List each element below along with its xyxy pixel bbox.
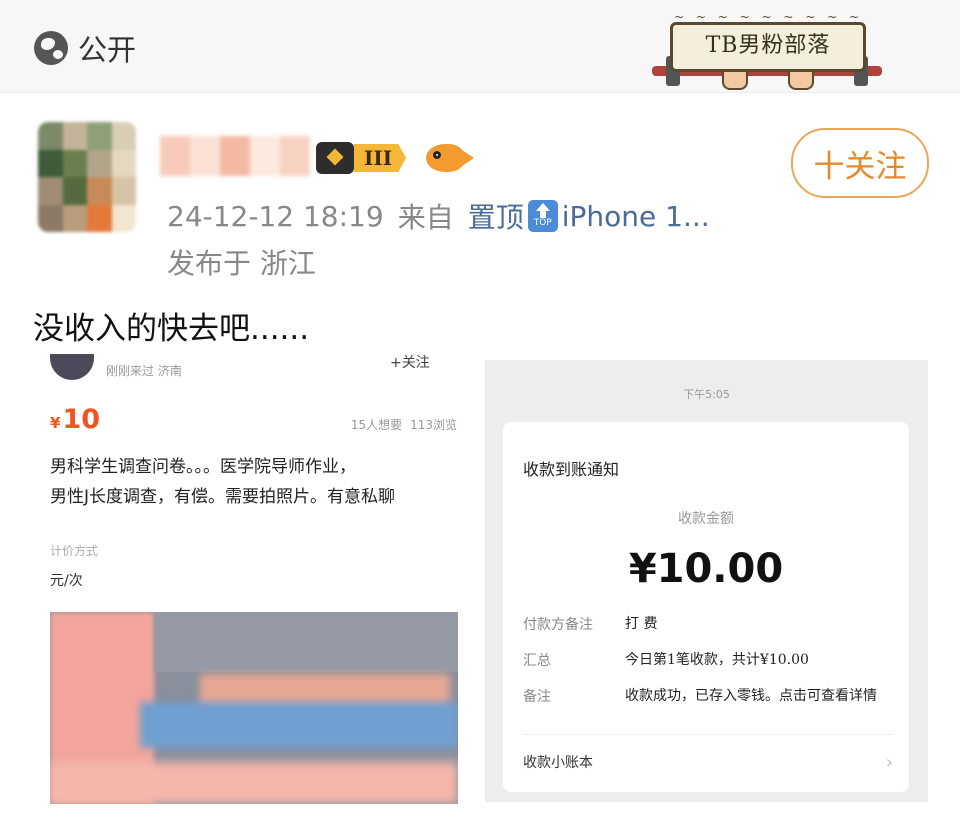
payment-title: 收款到账通知 (523, 460, 620, 479)
fish-badge-icon[interactable] (426, 144, 474, 172)
listing-screenshot[interactable]: 刚刚来过 济南 +关注 ¥ 10 15人想要 113浏览 男科学生调查问卷。。。… (30, 352, 475, 804)
seller-avatar (50, 354, 94, 380)
views-count: 113浏览 (410, 418, 457, 432)
listing-desc-line: 男性J长度调查，有偿。需要拍照片。有意私聊 (50, 487, 396, 507)
summary-value: 今日第1笔收款，共计¥10.00 (625, 652, 809, 668)
vip-rank: III (354, 144, 407, 172)
price-currency: ¥ (50, 414, 61, 432)
visibility-label: 公开 (78, 33, 137, 67)
payment-amount: ¥10.00 (628, 546, 784, 592)
chevron-right-icon: › (885, 752, 893, 773)
pricing-unit: 元/次 (50, 573, 83, 589)
watermark-sign: TB男粉部落 (670, 22, 866, 72)
post-timestamp: 24-12-12 18:19 (167, 199, 384, 233)
payment-card[interactable]: 收款到账通知 收款金额 ¥10.00 付款方备注 打 费 汇总 今日第1笔收款，… (503, 422, 909, 792)
payer-note-row: 付款方备注 打 费 (523, 614, 895, 634)
username-redacted[interactable] (160, 136, 310, 176)
divider (523, 734, 893, 735)
payer-note-value: 打 费 (625, 616, 658, 632)
listing-desc-line: 男科学生调查问卷。。。医学院导师作业， (50, 457, 356, 477)
pinned-label: 置顶 (467, 201, 524, 234)
listing-stats: 15人想要 113浏览 (351, 416, 457, 433)
remark-row: 备注 收款成功，已存入零钱。点击可查看详情 (523, 686, 895, 706)
receipt-book-label: 收款小账本 (523, 755, 593, 771)
vip-badge[interactable]: III (316, 140, 414, 176)
post-text: 没收入的快去吧...... (33, 311, 310, 347)
watermark-logo: ~ ~ ~ ~ ~ ~ ~ ~ ~ ~ TB男粉部落 (652, 8, 882, 98)
post-meta: 24-12-12 18:19 来自 置顶 TOP iPhone 1... (167, 196, 710, 236)
listing-price: ¥ 10 (50, 404, 100, 435)
post-source-link[interactable]: 置顶 TOP iPhone 1... (468, 196, 710, 236)
remark-label: 备注 (523, 689, 551, 705)
payer-note-label: 付款方备注 (523, 617, 593, 633)
listing-description: 男科学生调查问卷。。。医学院导师作业， 男性J长度调查，有偿。需要拍照片。有意私… (50, 452, 460, 512)
post-location: 发布于 浙江 (167, 247, 316, 280)
device-label: iPhone 1... (561, 199, 710, 233)
top-pin-icon: TOP (527, 200, 558, 232)
remark-value: 收款成功，已存入零钱。点击可查看详情 (625, 688, 877, 704)
receipt-book-link[interactable]: 收款小账本 › (523, 752, 893, 773)
seller-follow: +关注 (390, 355, 430, 371)
follow-button[interactable]: 十关注 (791, 128, 929, 198)
summary-row: 汇总 今日第1笔收款，共计¥10.00 (523, 650, 895, 670)
visibility-indicator[interactable]: 公开 (34, 28, 136, 68)
top-bar: 公开 ~ ~ ~ ~ ~ ~ ~ ~ ~ ~ TB男粉部落 (0, 0, 960, 93)
seller-last-seen: 刚刚来过 济南 (106, 364, 182, 378)
payment-screenshot[interactable]: 下午5:05 收款到账通知 收款金额 ¥10.00 付款方备注 打 费 汇总 今… (485, 360, 928, 802)
pricing-method-label: 计价方式 (50, 544, 99, 558)
redacted-image (50, 612, 458, 804)
price-value: 10 (62, 404, 101, 435)
wants-count: 15人想要 (350, 418, 403, 432)
amount-label: 收款金额 (678, 511, 734, 527)
crown-icon (316, 142, 354, 174)
message-time: 下午5:05 (683, 388, 730, 401)
globe-icon (34, 31, 68, 65)
summary-label: 汇总 (523, 653, 551, 669)
avatar[interactable] (38, 122, 136, 232)
from-label: 来自 (397, 201, 454, 234)
